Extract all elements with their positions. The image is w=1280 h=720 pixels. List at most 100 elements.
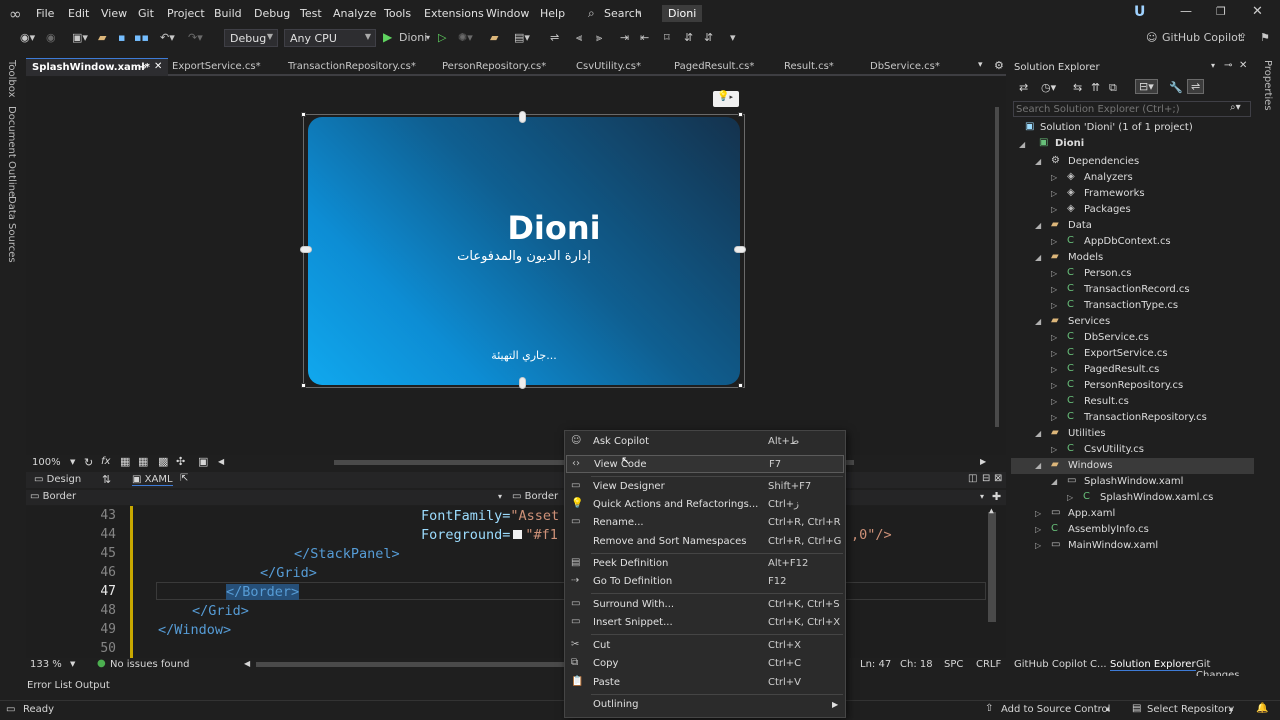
collapsed-arrow-icon[interactable]: ▷ xyxy=(1051,413,1057,422)
minimize-icon[interactable]: — xyxy=(1180,4,1192,18)
grid-icon[interactable]: ▦ xyxy=(120,455,130,468)
bookmark-next-icon[interactable]: ⇵ xyxy=(704,31,713,48)
run-icon[interactable]: ▶ xyxy=(383,30,392,47)
add-to-source-control[interactable]: Add to Source Control xyxy=(1001,704,1110,715)
collapsed-arrow-icon[interactable]: ▷ xyxy=(1067,493,1073,502)
outdent-icon[interactable]: ⇤ xyxy=(640,31,649,48)
menu-item-peek-definition[interactable]: ▤ Peek Definition Alt+F12 xyxy=(566,555,844,573)
collapsed-arrow-icon[interactable]: ▷ xyxy=(1051,301,1057,310)
menu-file[interactable]: File xyxy=(36,7,54,20)
menu-view[interactable]: View xyxy=(101,7,127,20)
tree-item[interactable]: ▷ C AssemblyInfo.cs xyxy=(1011,522,1254,538)
project-node[interactable]: Dioni xyxy=(1055,138,1084,149)
tree-item[interactable]: ◢ ▭ SplashWindow.xaml xyxy=(1011,474,1254,490)
tree-item[interactable]: ▷ ◈ Frameworks xyxy=(1011,186,1254,202)
xaml-tab[interactable]: ▣ XAML xyxy=(132,474,173,486)
xaml-code-editor[interactable]: 43 FontFamily="Asset 44 Foreground= "#f1 … xyxy=(26,506,1006,658)
collapsed-arrow-icon[interactable]: ▷ xyxy=(1035,509,1041,518)
chevron-down-icon[interactable]: ▼ xyxy=(70,660,75,668)
collapse-pane-icon[interactable]: ⊠ xyxy=(994,473,1002,484)
tree-item[interactable]: ▷ C TransactionRepository.cs xyxy=(1011,410,1254,426)
code-scrollbar-h[interactable] xyxy=(256,662,566,667)
issues-status[interactable]: No issues found xyxy=(110,659,190,670)
tree-item[interactable]: ◢ ▰ Models xyxy=(1011,250,1254,266)
tree-item[interactable]: ▷ ▭ MainWindow.xaml xyxy=(1011,538,1254,554)
scroll-left-icon[interactable]: ◀ xyxy=(244,659,250,668)
menu-edit[interactable]: Edit xyxy=(68,7,89,20)
menu-item-surround-with[interactable]: ▭ Surround With... Ctrl+K, Ctrl+S xyxy=(566,596,844,614)
format-icon[interactable]: ⇌ xyxy=(550,31,559,48)
solution-node[interactable]: Solution 'Dioni' (1 of 1 project) xyxy=(1040,122,1193,133)
tree-item[interactable]: ▷ C Person.cs xyxy=(1011,266,1254,282)
chevron-down-icon[interactable]: ▾ xyxy=(980,492,984,501)
chevron-up-icon[interactable]: ▴ xyxy=(1229,704,1233,713)
redo-icon[interactable]: ↷▾ xyxy=(188,31,203,48)
refresh-icon[interactable]: ↻ xyxy=(84,456,93,469)
layout-icon[interactable]: ▤▾ xyxy=(514,31,530,48)
grid-lines-icon[interactable]: ▦ xyxy=(138,455,148,468)
tab-transactionrepository[interactable]: TransactionRepository.cs* xyxy=(282,58,422,76)
tree-item[interactable]: ◢ ▰ Utilities xyxy=(1011,426,1254,442)
tab-exportservice[interactable]: ExportService.cs* xyxy=(166,58,267,76)
preview-icon[interactable]: ⇌ xyxy=(1187,79,1205,94)
collapsed-arrow-icon[interactable]: ▷ xyxy=(1051,381,1057,390)
lightbulb-icon[interactable]: 💡▸ xyxy=(713,91,739,107)
data-sources-tab[interactable]: Data Sources xyxy=(6,196,17,263)
chevron-up-icon[interactable]: ▴ xyxy=(1106,704,1110,713)
split-horizontal-icon[interactable]: ◫ xyxy=(968,473,977,484)
tree-item[interactable]: ▷ C ExportService.cs xyxy=(1011,346,1254,362)
menu-extensions[interactable]: Extensions xyxy=(424,7,484,20)
expanded-arrow-icon[interactable]: ◢ xyxy=(1035,253,1041,262)
tree-item[interactable]: ▷ C AppDbContext.cs xyxy=(1011,234,1254,250)
run-without-debug-icon[interactable]: ▷ xyxy=(438,31,446,48)
menu-analyze[interactable]: Analyze xyxy=(333,7,376,20)
tree-item[interactable]: ▷ C TransactionRecord.cs xyxy=(1011,282,1254,298)
menu-item-copy[interactable]: ⧉ Copy Ctrl+C xyxy=(566,655,844,673)
snap-icon[interactable]: ✣ xyxy=(176,455,185,468)
menu-window[interactable]: Window xyxy=(486,7,529,20)
collapsed-arrow-icon[interactable]: ▷ xyxy=(1051,237,1057,246)
chevron-down-icon[interactable]: ▾ xyxy=(498,492,502,501)
forward-icon[interactable]: ◉ xyxy=(46,31,56,48)
resize-handle-tl[interactable] xyxy=(301,112,306,117)
expanded-arrow-icon[interactable]: ◢ xyxy=(1035,461,1041,470)
resize-handle-br[interactable] xyxy=(738,383,743,388)
expanded-arrow-icon[interactable]: ◢ xyxy=(1035,429,1041,438)
margin-grip-left-icon[interactable] xyxy=(300,246,312,253)
artboard-icon[interactable]: ▩ xyxy=(158,455,168,468)
expanded-arrow-icon[interactable]: ◢ xyxy=(1035,221,1041,230)
align-icon[interactable]: ⫸ xyxy=(596,31,602,48)
close-tab-icon[interactable]: ✕ xyxy=(154,61,162,72)
history-icon[interactable]: ◷▾ xyxy=(1041,81,1056,94)
back-icon[interactable]: ◉▾ xyxy=(20,31,35,48)
feedback-icon[interactable]: ⚑ xyxy=(1260,31,1270,48)
add-split-icon[interactable]: ✚ xyxy=(992,490,1001,503)
line-ending-indicator[interactable]: CRLF xyxy=(976,659,1001,670)
swap-panes-icon[interactable]: ⇅ xyxy=(102,473,111,486)
design-tab[interactable]: ▭ Design xyxy=(34,474,81,485)
editor-zoom[interactable]: 133 % xyxy=(30,659,62,670)
char-indicator[interactable]: Ch: 18 xyxy=(900,659,933,670)
collapsed-arrow-icon[interactable]: ▷ xyxy=(1051,205,1057,214)
platform-dropdown[interactable]: Any CPU ▼ xyxy=(284,29,376,47)
run-target-label[interactable]: Dioni xyxy=(399,31,427,48)
nav-left-dropdown[interactable]: ▭ Border xyxy=(30,491,76,502)
collapsed-arrow-icon[interactable]: ▷ xyxy=(1051,269,1057,278)
tree-item[interactable]: ▷ C SplashWindow.xaml.cs xyxy=(1011,490,1254,506)
open-icon[interactable]: ▰ xyxy=(98,31,106,48)
collapsed-arrow-icon[interactable]: ▷ xyxy=(1035,541,1041,550)
folder-icon[interactable]: ▰ xyxy=(490,31,498,48)
tree-item[interactable]: ▷ C PagedResult.cs xyxy=(1011,362,1254,378)
collapsed-arrow-icon[interactable]: ▷ xyxy=(1051,173,1057,182)
menu-git[interactable]: Git xyxy=(138,7,154,20)
close-icon[interactable]: ✕ xyxy=(1252,4,1263,19)
split-vertical-icon[interactable]: ⊟ xyxy=(982,473,990,484)
chevron-down-icon[interactable]: ▼ xyxy=(70,458,75,466)
solution-search[interactable]: ⌕▾ xyxy=(1013,101,1251,117)
designer-scrollbar-v[interactable] xyxy=(992,79,1002,453)
effects-icon[interactable]: fx xyxy=(101,456,110,467)
share-icon[interactable]: ⇪ xyxy=(1238,31,1247,48)
margin-grip-top-icon[interactable] xyxy=(519,111,526,123)
menu-item-outlining[interactable]: Outlining ▶ xyxy=(566,696,844,714)
pin-icon[interactable]: ⊸ xyxy=(1224,60,1232,71)
